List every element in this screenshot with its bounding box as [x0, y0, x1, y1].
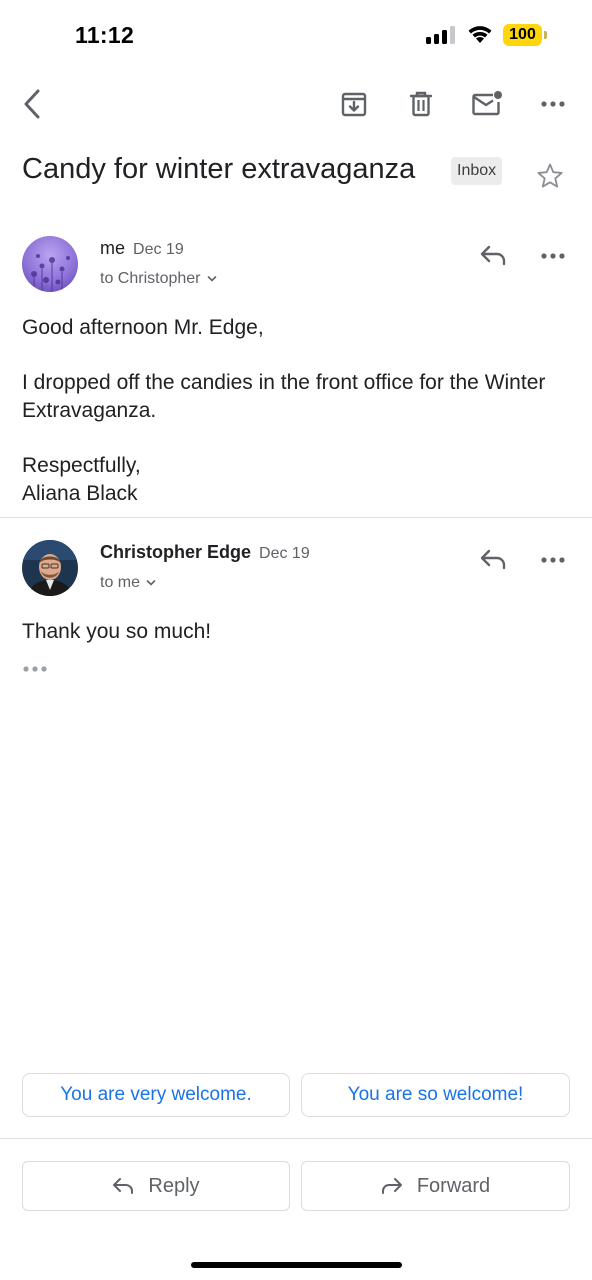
message-divider — [0, 517, 592, 518]
archive-button[interactable] — [334, 84, 374, 124]
body-line: Good afternoon Mr. Edge, — [22, 316, 264, 339]
actions-divider — [0, 1138, 592, 1139]
more-horizontal-icon — [23, 666, 47, 672]
smart-reply-chip[interactable]: You are so welcome! — [301, 1073, 570, 1117]
archive-icon — [341, 92, 367, 117]
home-indicator[interactable] — [191, 1262, 402, 1268]
recipient-details-toggle[interactable]: to Christopher — [100, 270, 217, 288]
recipient-details-toggle[interactable]: to me — [100, 574, 156, 592]
sender-name: Christopher Edge — [100, 542, 252, 562]
battery-indicator: 100 — [503, 24, 547, 46]
message-more-button[interactable] — [533, 540, 573, 580]
sender-line: me Dec 19 — [100, 238, 184, 259]
recipient-text: to Christopher — [100, 270, 201, 288]
more-options-button[interactable] — [533, 84, 573, 124]
message-date: Dec 19 — [259, 545, 310, 562]
message-date: Dec 19 — [133, 241, 184, 258]
sender-name: me — [100, 238, 126, 258]
message-body: Thank you so much! — [22, 618, 572, 646]
reply-button[interactable] — [474, 236, 512, 274]
battery-level: 100 — [509, 26, 536, 43]
show-trimmed-content-button[interactable] — [22, 662, 48, 674]
avatar — [22, 236, 78, 292]
body-spacer — [22, 342, 572, 369]
body-spacer — [22, 425, 572, 452]
reply-button[interactable] — [474, 540, 512, 578]
top-toolbar — [0, 78, 592, 130]
reply-icon — [480, 245, 506, 266]
forward-icon — [381, 1178, 402, 1194]
star-outline-icon — [537, 163, 563, 188]
message-card: Christopher Edge Dec 19 to me Thank you s… — [0, 534, 592, 684]
message-body: Good afternoon Mr. Edge, I dropped off t… — [22, 314, 572, 508]
recipient-text: to me — [100, 574, 141, 592]
delete-button[interactable] — [401, 84, 441, 124]
more-horizontal-icon — [541, 101, 565, 107]
forward-action-button[interactable]: Forward — [301, 1161, 570, 1211]
back-button[interactable] — [12, 80, 52, 128]
trash-icon — [409, 91, 433, 117]
cellular-signal-icon — [426, 26, 458, 44]
message-card: me Dec 19 to Christopher Good afternoon M… — [0, 230, 592, 518]
chevron-left-icon — [24, 89, 40, 119]
avatar — [22, 540, 78, 596]
body-line: Respectfully, — [22, 454, 141, 477]
reply-label: Reply — [148, 1174, 200, 1197]
status-time: 11:12 — [75, 22, 135, 48]
reply-icon — [113, 1178, 134, 1194]
forward-label: Forward — [416, 1174, 491, 1197]
mail-unread-icon — [472, 91, 502, 116]
message-more-button[interactable] — [533, 236, 573, 276]
status-bar: 11:12 100 — [0, 0, 592, 70]
chevron-down-icon — [146, 574, 156, 592]
star-button[interactable] — [536, 162, 564, 195]
reply-action-button[interactable]: Reply — [22, 1161, 290, 1211]
more-horizontal-icon — [541, 557, 565, 563]
inbox-label-chip[interactable]: Inbox — [451, 157, 503, 185]
smart-reply-chip[interactable]: You are very welcome. — [22, 1073, 290, 1117]
wifi-icon — [466, 22, 494, 44]
more-horizontal-icon — [541, 253, 565, 259]
body-line: Thank you so much! — [22, 620, 212, 643]
mark-unread-button[interactable] — [467, 84, 507, 124]
email-subject: Candy for winter extravaganza — [22, 153, 416, 185]
body-line: Aliana Black — [22, 482, 138, 505]
body-line: I dropped off the candies in the front o… — [22, 371, 546, 422]
sender-line: Christopher Edge Dec 19 — [100, 542, 310, 563]
subject-row: Candy for winter extravaganza Inbox — [22, 150, 572, 198]
battery-tip — [544, 31, 547, 39]
reply-icon — [480, 549, 506, 570]
chevron-down-icon — [207, 270, 217, 288]
